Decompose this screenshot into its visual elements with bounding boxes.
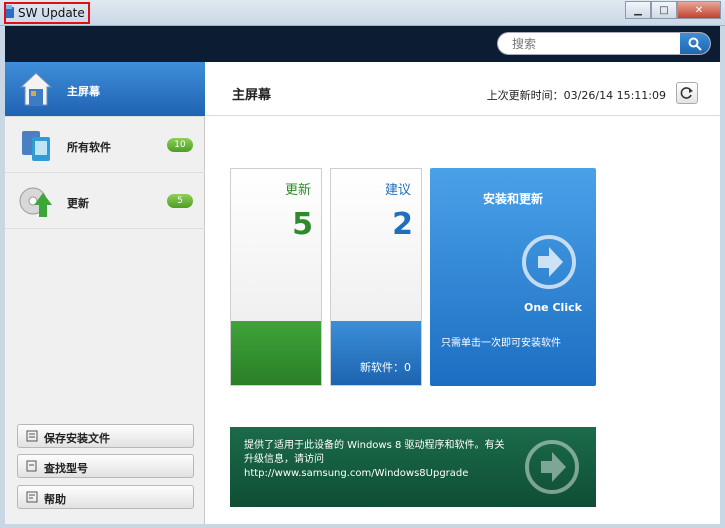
refresh-icon: [680, 87, 693, 99]
window-title: SW Update: [18, 6, 85, 20]
main-header: 主屏幕 上次更新时间：03/26/14 15:11:09: [206, 62, 720, 116]
install-and-update-tile[interactable]: 安装和更新 One Click 只需单击一次即可安装软件: [430, 168, 596, 386]
sidebar-item-label: 更新: [67, 197, 89, 210]
updates-tile-label: 更新: [284, 183, 311, 198]
recommended-tile[interactable]: 建议 2 新软件：0: [330, 168, 422, 386]
button-label: 查找型号: [44, 462, 88, 475]
window-frame-bottom: [0, 524, 725, 528]
sidebar-item-all-software[interactable]: 所有软件 10: [5, 118, 205, 173]
header-bar: [5, 26, 720, 62]
search-button[interactable]: [680, 33, 710, 54]
recommended-tile-label: 建议: [384, 183, 411, 198]
update-count-badge: 5: [167, 194, 193, 208]
refresh-button[interactable]: [676, 82, 698, 104]
help-icon: [26, 491, 38, 503]
maximize-button[interactable]: □: [651, 1, 677, 19]
one-click-label: One Click: [524, 301, 582, 314]
search-box: [497, 32, 711, 55]
button-label: 保存安装文件: [44, 432, 110, 445]
banner-text: 提供了适用于此设备的 Windows 8 驱动程序和软件。有关升级信息，请访问 …: [244, 440, 505, 479]
help-button[interactable]: 帮助: [17, 485, 194, 509]
update-icon: [19, 187, 52, 217]
search-input[interactable]: [498, 33, 680, 54]
save-icon: [26, 430, 38, 442]
software-count-badge: 10: [167, 138, 193, 152]
install-tile-title: 安装和更新: [482, 192, 543, 206]
home-icon: [19, 72, 53, 106]
sidebar-item-updates[interactable]: 更新 5: [5, 174, 205, 229]
updates-tile[interactable]: 更新 5: [230, 168, 322, 386]
main-panel: 主屏幕 上次更新时间：03/26/14 15:11:09 更新 5 建议 2 新…: [206, 62, 720, 524]
close-icon: ✕: [694, 4, 704, 16]
updates-bar: [231, 321, 321, 385]
find-model-button[interactable]: 查找型号: [17, 454, 194, 478]
minimize-icon: ▁: [634, 4, 642, 16]
updates-count: 5: [292, 207, 313, 242]
page-title: 主屏幕: [232, 88, 272, 103]
sidebar-item-label: 主屏幕: [67, 85, 100, 98]
recommended-bar: 新软件：0: [331, 321, 421, 385]
sidebar-item-label: 所有软件: [67, 141, 111, 154]
minimize-button[interactable]: ▁: [625, 1, 651, 19]
arrow-right-circle-icon: [522, 235, 576, 289]
new-software-count: 新软件：0: [360, 361, 411, 374]
sidebar: 主屏幕 所有软件 10 更新 5 保存安装文件 查找型号 帮助: [5, 62, 205, 524]
title-bar: SW Update ▁ □ ✕: [0, 0, 725, 26]
save-install-files-button[interactable]: 保存安装文件: [17, 424, 194, 448]
last-update-time: 上次更新时间：03/26/14 15:11:09: [486, 89, 666, 102]
sidebar-item-home[interactable]: 主屏幕: [5, 62, 205, 117]
window-frame-right: [720, 26, 725, 528]
close-button[interactable]: ✕: [677, 1, 721, 19]
all-software-icon: [22, 131, 50, 161]
maximize-icon: □: [659, 4, 669, 16]
button-label: 帮助: [44, 493, 66, 506]
windows8-upgrade-banner[interactable]: 提供了适用于此设备的 Windows 8 驱动程序和软件。有关升级信息，请访问 …: [230, 427, 596, 507]
install-description: 只需单击一次即可安装软件: [441, 338, 561, 349]
arrow-right-circle-icon: [525, 440, 579, 494]
find-icon: [26, 460, 37, 472]
recommended-count: 2: [392, 207, 413, 242]
search-icon: [688, 37, 702, 51]
